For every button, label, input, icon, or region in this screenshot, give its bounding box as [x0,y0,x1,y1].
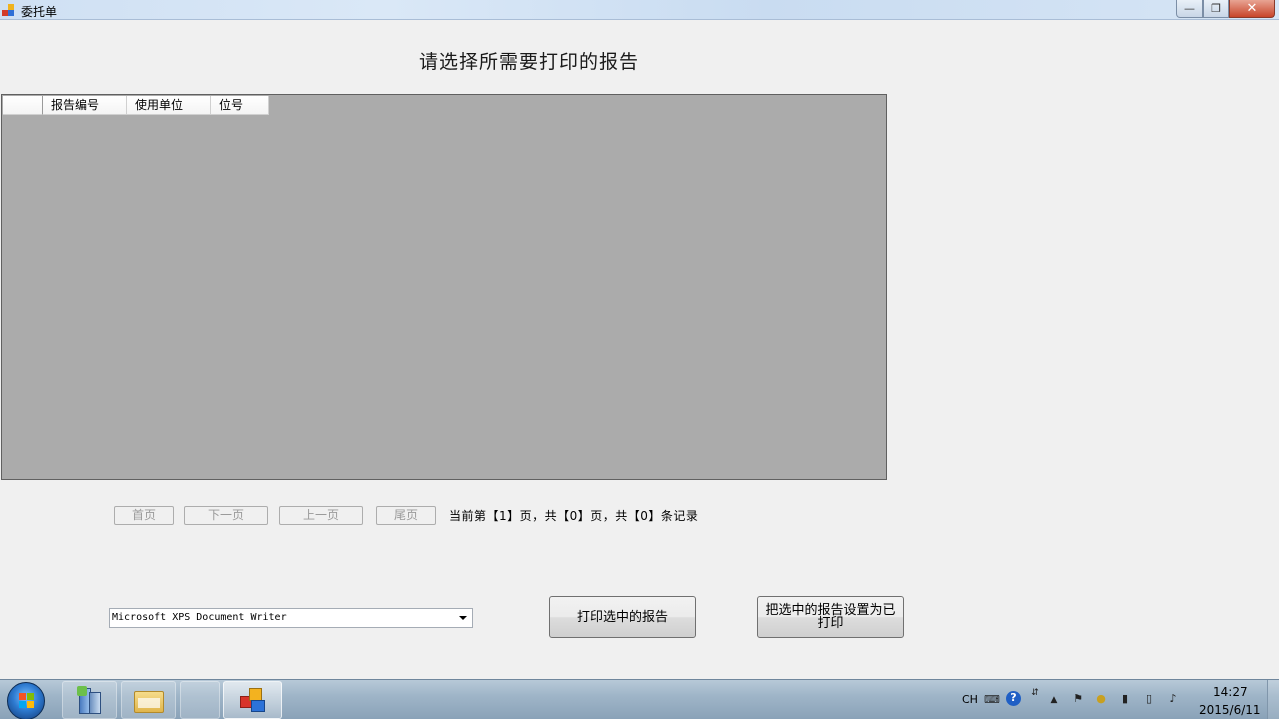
column-header-position-number[interactable]: 位号 [211,96,269,115]
volume-icon[interactable]: ♪ [1166,692,1180,706]
next-page-button[interactable]: 下一页 [184,506,268,525]
server-icon [77,686,103,716]
help-icon[interactable]: ? [1006,691,1021,706]
folder-icon [134,688,164,714]
title-bar: 委托单 — ❐ ✕ [0,0,1279,20]
show-desktop-button[interactable] [1267,680,1279,719]
keyboard-icon[interactable]: ⌨ [984,693,1000,707]
grid-header: 报告编号 使用单位 位号 [3,96,269,115]
windows-logo-icon [19,693,35,709]
first-page-button[interactable]: 首页 [114,506,174,525]
taskbar-item-explorer[interactable] [121,681,176,719]
row-header-corner[interactable] [3,96,43,115]
usb-device-icon[interactable]: ▯ [1142,692,1156,706]
print-selected-button[interactable]: 打印选中的报告 [549,596,696,638]
printer-select[interactable]: Microsoft XPS Document Writer [109,608,473,628]
taskbar-item-empty[interactable] [180,681,220,719]
minimize-button[interactable]: — [1176,0,1203,18]
prev-page-button[interactable]: 上一页 [279,506,363,525]
printer-select-value: Microsoft XPS Document Writer [112,612,287,623]
column-header-using-unit[interactable]: 使用单位 [127,96,211,115]
taskbar-item-active-app[interactable] [223,681,282,719]
chevron-down-icon[interactable] [456,611,470,625]
report-grid[interactable]: 报告编号 使用单位 位号 [1,94,887,480]
page-info: 当前第【1】页，共【0】页，共【0】条记录 [449,509,699,523]
start-button[interactable] [7,682,45,719]
action-center-flag-icon[interactable]: ⚑ [1071,692,1085,706]
clock-time[interactable]: 14:27 [1213,685,1248,699]
mark-printed-button[interactable]: 把选中的报告设置为已打印 [757,596,904,638]
show-hidden-icons-icon[interactable]: ▲ [1047,693,1061,707]
taskbar-item-server-app[interactable] [62,681,117,719]
last-page-button[interactable]: 尾页 [376,506,436,525]
app-window-icon [240,688,266,714]
language-indicator[interactable]: CH [962,693,978,706]
taskbar: CH ⌨ ? ⇵ ▲ ⚑ ● ▮ ▯ ♪ 14:27 2015/6/11 [0,679,1279,719]
column-header-report-number[interactable]: 报告编号 [43,96,127,115]
maximize-button[interactable]: ❐ [1203,0,1229,18]
page-title: 请选择所需要打印的报告 [419,51,640,73]
window-title: 委托单 [21,5,58,19]
app-icon [2,4,16,16]
settings-small-icon[interactable]: ⇵ [1028,686,1042,700]
network-signal-icon[interactable]: ▮ [1118,692,1132,706]
clock-date[interactable]: 2015/6/11 [1199,703,1261,717]
close-button[interactable]: ✕ [1229,0,1275,18]
qq-penguin-icon[interactable]: ● [1094,692,1108,706]
